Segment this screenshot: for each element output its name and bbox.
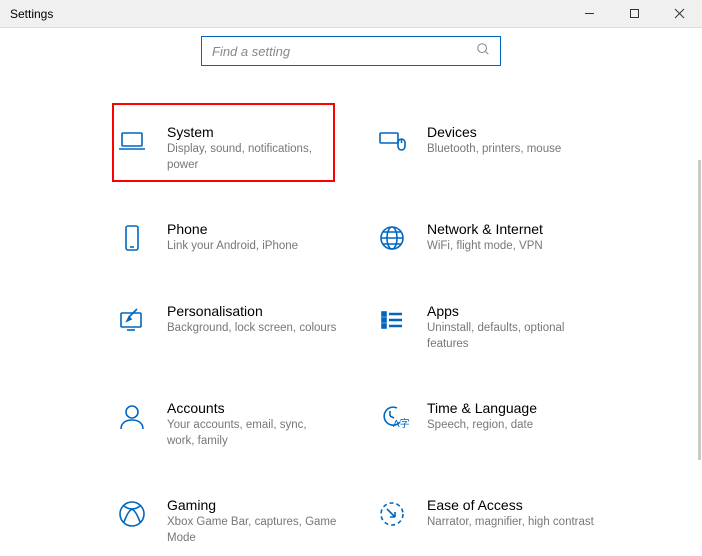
category-personalisation[interactable]: Personalisation Background, lock screen,… bbox=[115, 303, 365, 352]
category-gaming[interactable]: Gaming Xbox Game Bar, captures, Game Mod… bbox=[115, 497, 365, 546]
category-desc: Your accounts, email, sync, work, family bbox=[167, 418, 337, 449]
clock-language-icon: A字 bbox=[375, 400, 409, 434]
category-desc: Link your Android, iPhone bbox=[167, 239, 298, 255]
close-button[interactable] bbox=[657, 0, 702, 27]
category-text: Time & Language Speech, region, date bbox=[427, 400, 537, 434]
keyboard-mouse-icon bbox=[375, 124, 409, 158]
category-title: System bbox=[167, 124, 337, 140]
globe-icon bbox=[375, 221, 409, 255]
search-icon bbox=[476, 42, 490, 61]
search-container bbox=[0, 28, 702, 84]
category-title: Personalisation bbox=[167, 303, 336, 319]
ease-of-access-icon bbox=[375, 497, 409, 531]
phone-icon bbox=[115, 221, 149, 255]
search-box[interactable] bbox=[201, 36, 501, 66]
category-network[interactable]: Network & Internet WiFi, flight mode, VP… bbox=[375, 221, 625, 255]
category-desc: Bluetooth, printers, mouse bbox=[427, 142, 561, 158]
svg-text:A字: A字 bbox=[393, 417, 409, 430]
scrollbar[interactable] bbox=[698, 160, 701, 460]
category-text: Personalisation Background, lock screen,… bbox=[167, 303, 336, 337]
category-desc: Narrator, magnifier, high contrast bbox=[427, 515, 594, 531]
category-desc: Uninstall, defaults, optional features bbox=[427, 321, 597, 352]
maximize-button[interactable] bbox=[612, 0, 657, 27]
category-text: Phone Link your Android, iPhone bbox=[167, 221, 298, 255]
category-desc: Background, lock screen, colours bbox=[167, 321, 336, 337]
category-title: Ease of Access bbox=[427, 497, 594, 513]
category-desc: Speech, region, date bbox=[427, 418, 537, 434]
categories-grid: System Display, sound, notifications, po… bbox=[0, 84, 702, 546]
category-text: Devices Bluetooth, printers, mouse bbox=[427, 124, 561, 158]
category-desc: WiFi, flight mode, VPN bbox=[427, 239, 543, 255]
category-apps[interactable]: Apps Uninstall, defaults, optional featu… bbox=[375, 303, 625, 352]
category-text: Accounts Your accounts, email, sync, wor… bbox=[167, 400, 337, 449]
category-phone[interactable]: Phone Link your Android, iPhone bbox=[115, 221, 365, 255]
category-ease-of-access[interactable]: Ease of Access Narrator, magnifier, high… bbox=[375, 497, 625, 546]
category-title: Accounts bbox=[167, 400, 337, 416]
category-accounts[interactable]: Accounts Your accounts, email, sync, wor… bbox=[115, 400, 365, 449]
laptop-icon bbox=[115, 124, 149, 158]
search-input[interactable] bbox=[212, 44, 462, 59]
xbox-icon bbox=[115, 497, 149, 531]
category-text: Ease of Access Narrator, magnifier, high… bbox=[427, 497, 594, 531]
window-controls bbox=[567, 0, 702, 27]
window-title: Settings bbox=[10, 7, 53, 21]
minimize-button[interactable] bbox=[567, 0, 612, 27]
category-title: Phone bbox=[167, 221, 298, 237]
category-system[interactable]: System Display, sound, notifications, po… bbox=[115, 124, 365, 173]
category-text: System Display, sound, notifications, po… bbox=[167, 124, 337, 173]
category-title: Time & Language bbox=[427, 400, 537, 416]
category-time[interactable]: A字 Time & Language Speech, region, date bbox=[375, 400, 625, 449]
category-desc: Xbox Game Bar, captures, Game Mode bbox=[167, 515, 337, 546]
titlebar: Settings bbox=[0, 0, 702, 28]
category-title: Apps bbox=[427, 303, 597, 319]
list-icon bbox=[375, 303, 409, 337]
category-devices[interactable]: Devices Bluetooth, printers, mouse bbox=[375, 124, 625, 173]
category-title: Gaming bbox=[167, 497, 337, 513]
person-icon bbox=[115, 400, 149, 434]
category-desc: Display, sound, notifications, power bbox=[167, 142, 337, 173]
category-title: Devices bbox=[427, 124, 561, 140]
category-title: Network & Internet bbox=[427, 221, 543, 237]
category-text: Apps Uninstall, defaults, optional featu… bbox=[427, 303, 597, 352]
category-text: Gaming Xbox Game Bar, captures, Game Mod… bbox=[167, 497, 337, 546]
category-text: Network & Internet WiFi, flight mode, VP… bbox=[427, 221, 543, 255]
pen-monitor-icon bbox=[115, 303, 149, 337]
